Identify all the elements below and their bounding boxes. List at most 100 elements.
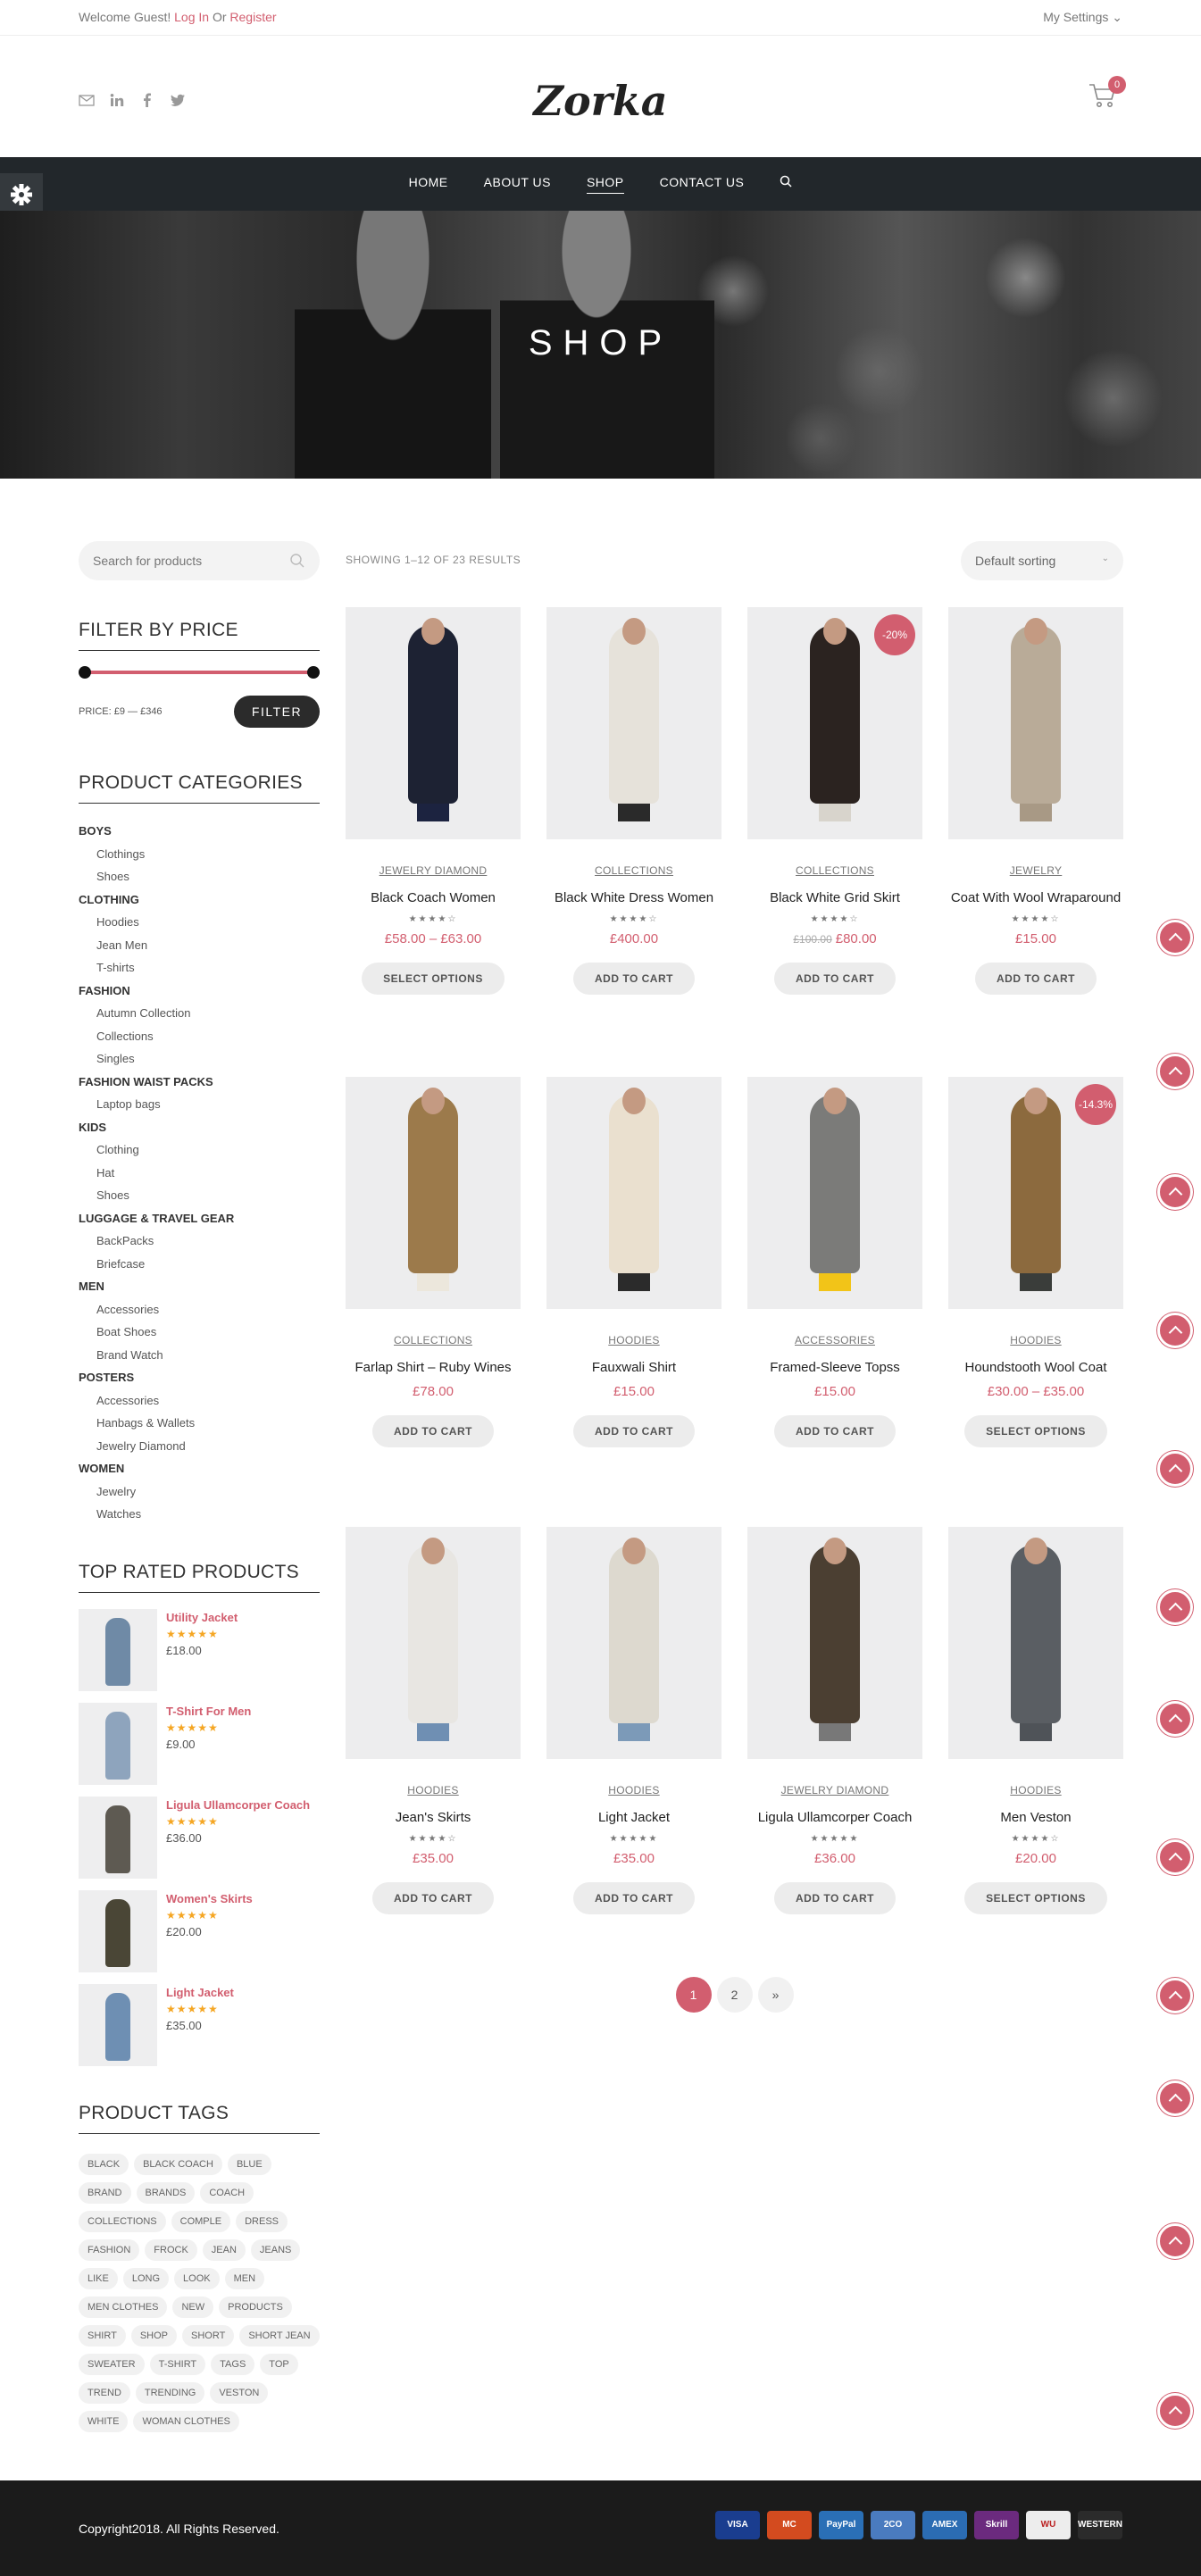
tag-link[interactable]: BLACK (79, 2153, 129, 2175)
category-item[interactable]: CLOTHING (79, 888, 320, 912)
top-rated-name[interactable]: Women's Skirts (166, 1892, 253, 1905)
sorting-select[interactable]: Default sorting ⌄ (961, 541, 1123, 580)
back-to-top-button[interactable] (1157, 1978, 1193, 2013)
category-item[interactable]: FASHION (79, 980, 320, 1003)
add-to-cart-button[interactable]: ADD TO CART (372, 1415, 494, 1447)
price-range-slider[interactable] (79, 663, 320, 683)
product-title[interactable]: Houndstooth Wool Coat (948, 1359, 1123, 1377)
product-image[interactable]: -20% (747, 607, 922, 839)
tag-link[interactable]: FROCK (145, 2238, 197, 2261)
tag-link[interactable]: BLACK COACH (134, 2153, 222, 2175)
tag-link[interactable]: SHOP (130, 2324, 177, 2347)
add-to-cart-button[interactable]: ADD TO CART (774, 1415, 896, 1447)
category-item[interactable]: Autumn Collection (79, 1002, 320, 1025)
top-rated-item[interactable]: Women's Skirts ★★★★★ £20.00 (79, 1889, 320, 1984)
category-item[interactable]: Brand Watch (79, 1344, 320, 1367)
back-to-top-button[interactable] (1157, 1839, 1193, 1875)
top-rated-name[interactable]: T-Shirt For Men (166, 1705, 251, 1718)
add-to-cart-button[interactable]: ADD TO CART (975, 963, 1097, 995)
category-item[interactable]: Jewelry (79, 1480, 320, 1504)
my-settings-dropdown[interactable]: My Settings ⌄ (1043, 10, 1122, 25)
tag-link[interactable]: PRODUCTS (219, 2296, 292, 2318)
back-to-top-button[interactable] (1157, 1589, 1193, 1625)
category-item[interactable]: Clothing (79, 1138, 320, 1162)
top-rated-name[interactable]: Ligula Ullamcorper Coach (166, 1798, 310, 1812)
tag-link[interactable]: BLUE (227, 2153, 271, 2175)
tag-link[interactable]: TOP (260, 2353, 298, 2375)
product-image[interactable]: -14.3% (948, 1077, 1123, 1309)
product-category-link[interactable]: HOODIES (948, 1784, 1123, 1797)
back-to-top-button[interactable] (1157, 2223, 1193, 2259)
tag-link[interactable]: LIKE (79, 2267, 118, 2289)
search-icon[interactable] (289, 553, 305, 569)
back-to-top-button[interactable] (1157, 1174, 1193, 1210)
select-options-button[interactable]: SELECT OPTIONS (964, 1415, 1107, 1447)
product-category-link[interactable]: HOODIES (948, 1334, 1123, 1346)
product-title[interactable]: Black Coach Women (346, 889, 521, 907)
product-category-link[interactable]: ACCESSORIES (747, 1334, 922, 1346)
tag-link[interactable]: TREND (79, 2381, 130, 2404)
product-category-link[interactable]: COLLECTIONS (747, 864, 922, 877)
tag-link[interactable]: T-SHIRT (149, 2353, 206, 2375)
category-item[interactable]: Accessories (79, 1389, 320, 1413)
product-title[interactable]: Men Veston (948, 1809, 1123, 1827)
next-page-button[interactable]: » (757, 1977, 794, 2013)
tag-link[interactable]: COLLECTIONS (79, 2210, 166, 2232)
tag-link[interactable]: JEANS (250, 2238, 301, 2261)
back-to-top-button[interactable] (1157, 2080, 1193, 2116)
category-item[interactable]: Clothings (79, 843, 320, 866)
settings-panel-toggle[interactable] (0, 173, 43, 216)
product-image[interactable] (747, 1077, 922, 1309)
product-thumbnail[interactable] (79, 1889, 157, 1972)
tag-link[interactable]: JEAN (202, 2238, 246, 2261)
product-image[interactable] (346, 1077, 521, 1309)
product-image[interactable] (546, 607, 721, 839)
login-link[interactable]: Log In (174, 10, 209, 24)
category-item[interactable]: Collections (79, 1025, 320, 1048)
tag-link[interactable]: MEN (224, 2267, 265, 2289)
top-rated-item[interactable]: Utility Jacket ★★★★★ £18.00 (79, 1608, 320, 1703)
product-image[interactable] (948, 1527, 1123, 1759)
category-item[interactable]: Shoes (79, 865, 320, 888)
back-to-top-button[interactable] (1157, 2393, 1193, 2429)
add-to-cart-button[interactable]: ADD TO CART (774, 963, 896, 995)
price-min-handle[interactable] (79, 666, 91, 679)
product-title[interactable]: Coat With Wool Wraparound (948, 889, 1123, 907)
category-item[interactable]: Laptop bags (79, 1093, 320, 1116)
product-category-link[interactable]: JEWELRY DIAMOND (747, 1784, 922, 1797)
back-to-top-button[interactable] (1157, 1054, 1193, 1089)
filter-button[interactable]: FILTER (234, 696, 320, 728)
nav-contact-us[interactable]: CONTACT US (660, 175, 745, 194)
nav-about-us[interactable]: ABOUT US (484, 175, 551, 194)
category-item[interactable]: Briefcase (79, 1253, 320, 1276)
product-title[interactable]: Jean's Skirts (346, 1809, 521, 1827)
product-image[interactable] (948, 607, 1123, 839)
tag-link[interactable]: SHORT (182, 2324, 235, 2347)
top-rated-item[interactable]: Light Jacket ★★★★★ £35.00 (79, 1983, 320, 2078)
nav-shop[interactable]: SHOP (586, 175, 624, 194)
price-max-handle[interactable] (307, 666, 320, 679)
tag-link[interactable]: COACH (200, 2181, 254, 2204)
tag-link[interactable]: SHIRT (79, 2324, 126, 2347)
top-rated-item[interactable]: T-Shirt For Men ★★★★★ £9.00 (79, 1702, 320, 1797)
back-to-top-button[interactable] (1157, 1451, 1193, 1487)
tag-link[interactable]: WHITE (79, 2410, 129, 2432)
category-item[interactable]: Watches (79, 1503, 320, 1526)
product-thumbnail[interactable] (79, 1608, 157, 1691)
top-rated-name[interactable]: Light Jacket (166, 1986, 234, 1999)
product-category-link[interactable]: HOODIES (346, 1784, 521, 1797)
product-title[interactable]: Black White Grid Skirt (747, 889, 922, 907)
product-image[interactable] (346, 607, 521, 839)
category-item[interactable]: Singles (79, 1047, 320, 1071)
add-to-cart-button[interactable]: ADD TO CART (573, 1415, 695, 1447)
category-item[interactable]: KIDS (79, 1116, 320, 1139)
page-number[interactable]: 1 (675, 1977, 712, 2013)
category-item[interactable]: BOYS (79, 820, 320, 843)
category-item[interactable]: Hanbags & Wallets (79, 1412, 320, 1435)
product-category-link[interactable]: COLLECTIONS (346, 1334, 521, 1346)
page-number[interactable]: 2 (716, 1977, 753, 2013)
product-title[interactable]: Farlap Shirt – Ruby Wines (346, 1359, 521, 1377)
tag-link[interactable]: DRESS (236, 2210, 288, 2232)
product-title[interactable]: Black White Dress Women (546, 889, 721, 907)
product-title[interactable]: Light Jacket (546, 1809, 721, 1827)
